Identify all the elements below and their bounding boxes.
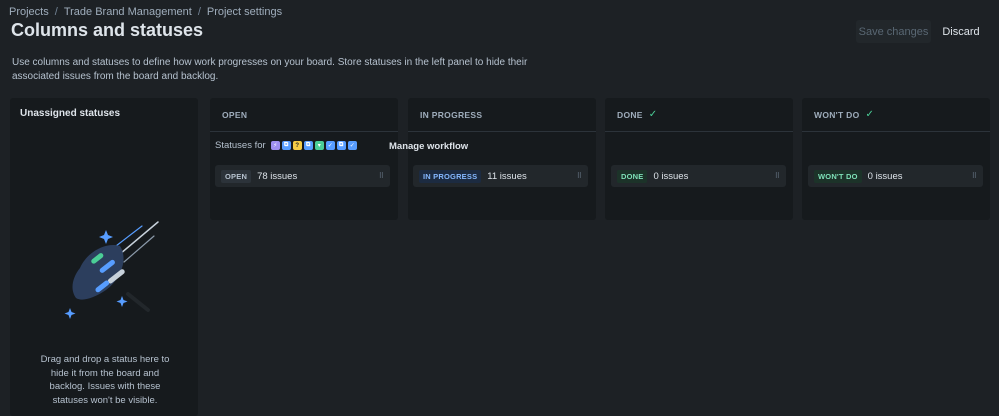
task-icon: ✓	[347, 141, 357, 150]
status-card-open[interactable]: OPEN 78 issues ⠿	[215, 165, 390, 187]
column-title: WON'T DO	[814, 109, 860, 120]
status-lozenge: WON'T DO	[814, 169, 862, 183]
breadcrumb: Projects / Trade Brand Management / Proj…	[9, 6, 283, 18]
status-lozenge: DONE	[617, 169, 648, 183]
drag-handle-icon[interactable]: ⠿	[379, 172, 384, 180]
breadcrumb-project[interactable]: Trade Brand Management	[64, 6, 192, 18]
issue-count: 11 issues	[487, 170, 527, 182]
page-description: Use columns and statuses to define how w…	[12, 57, 528, 82]
column-title: OPEN	[222, 109, 248, 120]
column-header: IN PROGRESS	[408, 98, 596, 132]
column-title: DONE	[617, 109, 643, 120]
question-icon: ?	[292, 141, 302, 150]
column-open[interactable]: OPEN	[210, 98, 398, 220]
task-icon: ✓	[325, 141, 335, 150]
drag-handle-icon[interactable]: ⠿	[775, 172, 780, 180]
status-lozenge: OPEN	[221, 169, 252, 183]
page-title: Columns and statuses	[11, 20, 204, 40]
rocket-illustration-icon	[64, 221, 159, 319]
page: { "breadcrumb": ["Projects", "Trade Bran…	[0, 0, 999, 416]
column-header: WON'T DO ✓	[802, 98, 990, 132]
status-lozenge: IN PROGRESS	[419, 169, 482, 183]
discard-button[interactable]: Discard	[939, 20, 983, 43]
checkmark-icon: ✓	[865, 109, 875, 120]
statuses-for-row: Statuses for ⚡ ⧉ ? ⧉ ▾ ✓ ⧉ ✓	[215, 140, 359, 151]
column-header: DONE ✓	[605, 98, 793, 132]
issue-count: 78 issues	[257, 170, 298, 182]
subtask-icon: ⧉	[281, 141, 291, 150]
manage-workflow-link[interactable]: Manage workflow	[389, 141, 468, 152]
subtask-icon: ⧉	[303, 141, 313, 150]
unassigned-statuses-heading: Unassigned statuses	[20, 108, 121, 119]
status-card-done[interactable]: DONE 0 issues ⠿	[611, 165, 786, 187]
column-done[interactable]: DONE ✓	[605, 98, 793, 220]
unassigned-statuses-panel[interactable]: Unassigned statuses Drag and drop a stat…	[10, 98, 198, 416]
breadcrumb-project-settings[interactable]: Project settings	[207, 6, 282, 18]
status-card-in-progress[interactable]: IN PROGRESS 11 issues ⠿	[413, 165, 588, 187]
story-icon: ▾	[314, 141, 324, 150]
checkmark-icon: ✓	[648, 109, 658, 120]
drag-handle-icon[interactable]: ⠿	[972, 172, 977, 180]
epic-icon: ⚡	[270, 141, 280, 150]
issue-count: 0 issues	[867, 170, 903, 182]
issue-count: 0 issues	[653, 170, 689, 182]
status-card-wont-do[interactable]: WON'T DO 0 issues ⠿	[808, 165, 983, 187]
statuses-for-label: Statuses for	[215, 140, 266, 151]
column-in-progress[interactable]: IN PROGRESS	[408, 98, 596, 220]
breadcrumb-projects[interactable]: Projects	[9, 6, 49, 18]
unassigned-statuses-hint: Drag and drop a status here to hide it f…	[40, 354, 170, 406]
column-title: IN PROGRESS	[420, 109, 483, 120]
subtask-icon: ⧉	[336, 141, 346, 150]
save-changes-button[interactable]: Save changes	[856, 20, 931, 43]
column-wont-do[interactable]: WON'T DO ✓	[802, 98, 990, 220]
drag-handle-icon[interactable]: ⠿	[577, 172, 582, 180]
column-header: OPEN	[210, 98, 398, 132]
